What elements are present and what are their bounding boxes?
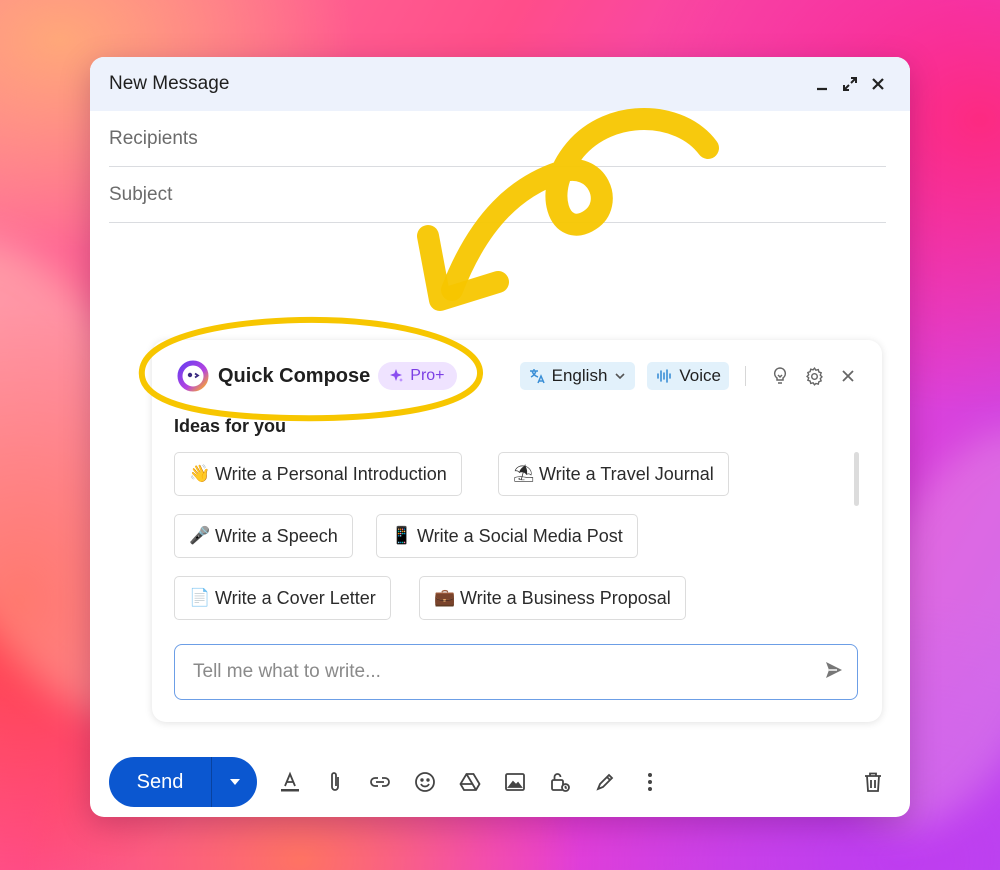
idea-chip-social-media-post[interactable]: 📱 Write a Social Media Post <box>376 514 638 558</box>
idea-chip-cover-letter[interactable]: 📄 Write a Cover Letter <box>174 576 391 620</box>
waving-hand-icon: 👋 <box>189 464 211 483</box>
link-icon[interactable] <box>365 767 395 797</box>
recipients-placeholder: Recipients <box>109 127 198 149</box>
document-icon: 📄 <box>189 588 211 607</box>
quick-compose-logo-icon <box>177 360 209 392</box>
translate-icon <box>529 369 545 384</box>
more-options-icon[interactable] <box>635 767 665 797</box>
recipients-field[interactable]: Recipients <box>109 111 886 167</box>
compose-titlebar: New Message <box>90 57 910 111</box>
pro-badge-label: Pro+ <box>410 367 445 384</box>
compose-window: New Message Recipients Subject Quick Com… <box>90 57 910 817</box>
minimize-icon[interactable] <box>808 70 836 98</box>
close-icon[interactable] <box>864 70 892 98</box>
idea-chip-label: Write a Cover Letter <box>215 587 376 608</box>
compose-toolbar: Send <box>109 757 888 807</box>
quick-compose-name: Quick Compose <box>218 364 371 387</box>
image-icon[interactable] <box>500 767 530 797</box>
send-button[interactable]: Send <box>109 757 211 807</box>
waveform-icon <box>657 369 672 383</box>
chevron-down-icon <box>615 373 625 380</box>
header-divider <box>745 366 746 386</box>
ideas-title: Ideas for you <box>174 416 287 436</box>
pro-badge[interactable]: Pro+ <box>378 362 457 390</box>
mobile-phone-icon: 📱 <box>391 526 413 545</box>
emoji-icon[interactable] <box>410 767 440 797</box>
briefcase-icon: 💼 <box>434 588 456 607</box>
language-label: English <box>551 366 608 385</box>
voice-label: Voice <box>679 366 721 385</box>
trash-icon[interactable] <box>858 767 888 797</box>
sparkle-icon <box>390 369 404 382</box>
drive-icon[interactable] <box>455 767 485 797</box>
subject-field[interactable]: Subject <box>109 167 886 223</box>
confidential-lock-icon[interactable] <box>545 767 575 797</box>
attachment-icon[interactable] <box>320 767 350 797</box>
idea-chip-label: Write a Travel Journal <box>539 463 714 484</box>
send-button-group: Send <box>109 757 257 807</box>
quick-compose-panel: Quick Compose Pro+ English Voice Ideas f… <box>152 340 882 722</box>
idea-chip-personal-introduction[interactable]: 👋 Write a Personal Introduction <box>174 452 462 496</box>
idea-chip-label: Write a Social Media Post <box>417 525 623 546</box>
close-panel-icon[interactable] <box>834 362 862 390</box>
beach-umbrella-icon: ⛱ <box>513 464 535 483</box>
idea-chip-speech[interactable]: 🎤 Write a Speech <box>174 514 353 558</box>
voice-button[interactable]: Voice <box>647 362 729 390</box>
subject-placeholder: Subject <box>109 183 173 205</box>
compose-title: New Message <box>109 73 230 94</box>
send-options-button[interactable] <box>211 757 257 807</box>
quick-compose-header: Quick Compose Pro+ English Voice <box>176 358 862 394</box>
pen-icon[interactable] <box>590 767 620 797</box>
gear-icon[interactable] <box>800 362 828 390</box>
expand-icon[interactable] <box>836 70 864 98</box>
send-prompt-icon[interactable] <box>823 659 845 686</box>
idea-chip-label: Write a Business Proposal <box>460 587 671 608</box>
idea-chip-label: Write a Speech <box>215 525 338 546</box>
ideas-scrollbar[interactable] <box>854 452 859 506</box>
microphone-icon: 🎤 <box>189 526 211 545</box>
text-format-icon[interactable] <box>275 767 305 797</box>
caret-down-icon <box>229 779 240 785</box>
language-selector[interactable]: English <box>519 362 636 390</box>
prompt-box <box>174 644 858 700</box>
idea-chip-travel-journal[interactable]: ⛱ Write a Travel Journal <box>498 452 729 496</box>
idea-chip-business-proposal[interactable]: 💼 Write a Business Proposal <box>419 576 686 620</box>
lightbulb-icon[interactable] <box>766 362 794 390</box>
prompt-input[interactable] <box>193 661 823 683</box>
idea-chip-label: Write a Personal Introduction <box>215 463 447 484</box>
